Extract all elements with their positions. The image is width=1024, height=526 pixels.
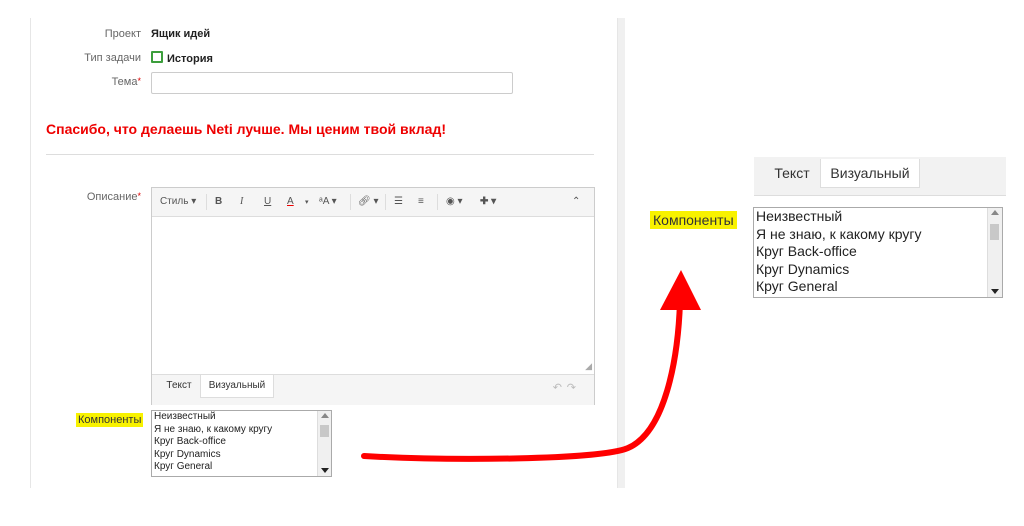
list-item[interactable]: Круг Back-office <box>754 243 1002 261</box>
zoomed-tab-text[interactable]: Текст <box>764 159 820 187</box>
scroll-down-icon[interactable] <box>991 289 999 294</box>
zoomed-listbox-scrollbar[interactable] <box>987 208 1002 297</box>
scroll-thumb[interactable] <box>990 224 999 240</box>
scroll-up-icon[interactable] <box>991 210 999 215</box>
list-item[interactable]: Я не знаю, к какому кругу <box>754 226 1002 244</box>
list-item[interactable]: Круг General <box>754 278 1002 296</box>
zoomed-editor-mode-bar: Текст Визуальный <box>754 157 1006 196</box>
list-item[interactable]: Круг Dynamics <box>754 261 1002 279</box>
list-item[interactable]: Неизвестный <box>754 208 1002 226</box>
zoomed-components-label: Компоненты <box>650 211 737 229</box>
zoomed-tab-visual[interactable]: Визуальный <box>820 159 920 188</box>
zoomed-components-options: Неизвестный Я не знаю, к какому кругу Кр… <box>754 208 1002 296</box>
zoomed-components-listbox[interactable]: Неизвестный Я не знаю, к какому кругу Кр… <box>753 207 1003 298</box>
